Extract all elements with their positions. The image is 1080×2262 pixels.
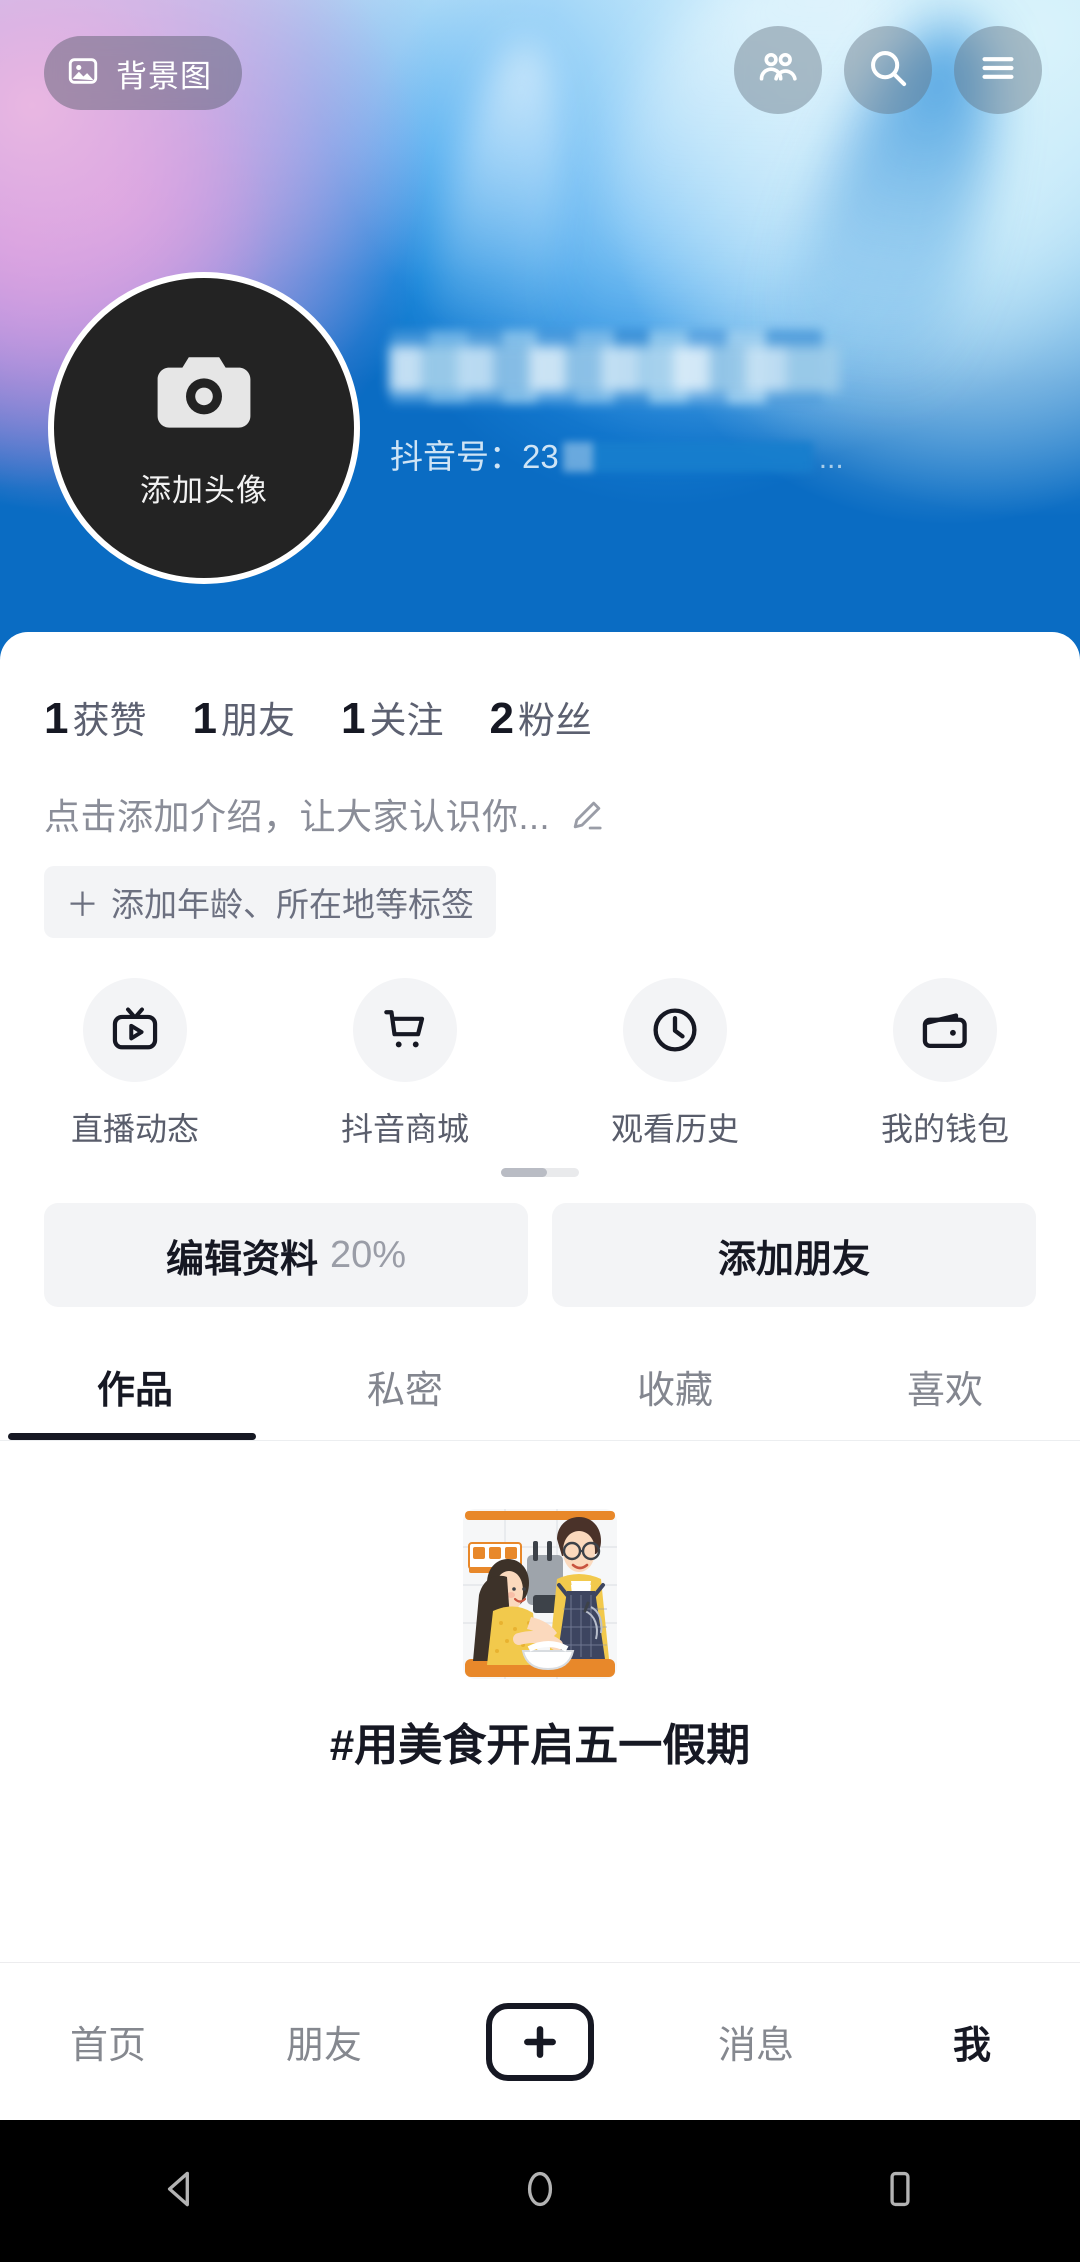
tab-favorites[interactable]: 收藏 (540, 1359, 810, 1440)
image-icon (66, 54, 100, 93)
promo-illustration-wrap[interactable] (445, 1499, 635, 1689)
android-system-navigation (0, 2120, 1080, 2262)
shortcuts-scroll-indicator[interactable] (0, 1168, 1080, 1177)
shortcut-live[interactable]: 直播动态 (0, 978, 270, 1150)
system-back-button[interactable] (120, 2141, 240, 2241)
nav-friends[interactable]: 朋友 (216, 2014, 432, 2069)
cooking-couple-illustration (445, 1499, 635, 1689)
change-background-label: 背景图 (116, 58, 212, 94)
stats-row: 1 获赞 1 朋友 1 关注 2 粉丝 (0, 632, 1080, 744)
douyin-id-value: 23 (522, 438, 559, 475)
tab-works[interactable]: 作品 (0, 1359, 270, 1440)
shortcut-live-label: 直播动态 (70, 1111, 199, 1147)
plus-icon (486, 2002, 594, 2081)
stat-likes[interactable]: 1 获赞 (44, 690, 146, 744)
nav-profile-label: 我 (952, 2025, 991, 2067)
tab-liked[interactable]: 喜欢 (810, 1359, 1080, 1440)
avatar-add-label: 添加头像 (140, 473, 268, 508)
profile-cover[interactable]: 背景图 添加头像 抖音号： 23 ... (0, 0, 1080, 660)
wallet-icon (893, 978, 997, 1082)
stat-followers-count: 2 (489, 694, 514, 743)
nav-profile[interactable]: 我 (864, 2014, 1080, 2069)
add-tags-chip[interactable]: ＋ 添加年龄、所在地等标签 (44, 866, 496, 938)
add-friend-button[interactable]: 添加朋友 (552, 1203, 1036, 1307)
pencil-icon (566, 796, 606, 841)
plus-icon: ＋ (66, 886, 99, 923)
recents-icon (875, 2164, 925, 2219)
profile-actions: 编辑资料 20% 添加朋友 (0, 1177, 1080, 1307)
stat-likes-count: 1 (44, 694, 69, 743)
change-background-button[interactable]: 背景图 (44, 36, 242, 110)
stat-following-label: 关注 (369, 700, 444, 741)
edit-profile-percent: 20% (329, 1233, 407, 1276)
tab-favorites-label: 收藏 (636, 1370, 713, 1412)
nav-messages[interactable]: 消息 (648, 2014, 864, 2069)
bio-placeholder: 点击添加介绍，让大家认识你... (44, 796, 551, 837)
system-recents-button[interactable] (840, 2141, 960, 2241)
edit-profile-label: 编辑资料 (165, 1238, 318, 1281)
stat-followers-label: 粉丝 (517, 700, 592, 741)
scroll-track (501, 1168, 579, 1177)
profile-card: 1 获赞 1 朋友 1 关注 2 粉丝 点击添加介绍，让大家认识你... ＋ 添… (0, 632, 1080, 1962)
nav-create-button[interactable] (432, 2002, 648, 2081)
douyin-id-row[interactable]: 抖音号： 23 ... (390, 430, 1030, 478)
tab-works-label: 作品 (96, 1370, 173, 1412)
search-button[interactable] (844, 26, 932, 114)
clock-icon (623, 978, 727, 1082)
shortcut-history-label: 观看历史 (610, 1111, 739, 1147)
douyin-id-masked (562, 442, 813, 472)
shortcut-history[interactable]: 观看历史 (540, 978, 810, 1150)
friends-icon (755, 45, 801, 96)
stat-followers[interactable]: 2 粉丝 (489, 690, 591, 744)
douyin-id-label: 抖音号： (390, 438, 522, 475)
content-tabs: 作品 私密 收藏 喜欢 (0, 1359, 1080, 1440)
shopping-cart-icon (353, 978, 457, 1082)
nav-home[interactable]: 首页 (0, 2014, 216, 2069)
promo-hashtag[interactable]: #用美食开启五一假期 (330, 1709, 750, 1773)
stat-friends-count: 1 (192, 694, 217, 743)
menu-button[interactable] (954, 26, 1042, 114)
edit-profile-button[interactable]: 编辑资料 20% (44, 1203, 528, 1307)
camera-icon (148, 346, 260, 447)
back-icon (155, 2164, 205, 2219)
avatar[interactable]: 添加头像 (48, 272, 360, 584)
home-icon (515, 2164, 565, 2219)
tab-private-label: 私密 (366, 1370, 443, 1412)
search-icon (865, 45, 911, 96)
bottom-navigation: 首页 朋友 消息 我 (0, 1962, 1080, 2120)
shortcut-mall-label: 抖音商城 (340, 1111, 469, 1147)
douyin-id-ellipsis: ... (818, 442, 844, 475)
name-block: 抖音号： 23 ... (390, 330, 1030, 478)
nav-messages-label: 消息 (717, 2025, 794, 2067)
douyin-profile-screen: 背景图 添加头像 抖音号： 23 ... 1 获赞 1 朋友 1 关注 2 粉丝… (0, 0, 1080, 2262)
add-tags-label: 添加年龄、所在地等标签 (111, 886, 474, 923)
stat-friends-label: 朋友 (220, 700, 295, 741)
stat-friends[interactable]: 1 朋友 (192, 690, 294, 744)
system-home-button[interactable] (480, 2141, 600, 2241)
nickname-masked-overlay (390, 346, 840, 392)
cover-top-actions (734, 26, 1042, 114)
shortcuts-row: 直播动态 抖音商城 观看历史 我的钱包 (0, 938, 1080, 1150)
nav-friends-label: 朋友 (285, 2025, 362, 2067)
shortcut-wallet[interactable]: 我的钱包 (810, 978, 1080, 1150)
stat-likes-label: 获赞 (72, 700, 147, 741)
live-tv-icon (83, 978, 187, 1082)
tab-liked-label: 喜欢 (906, 1370, 983, 1412)
bio-row[interactable]: 点击添加介绍，让大家认识你... (0, 744, 1080, 840)
tab-active-underline (8, 1433, 256, 1440)
friends-button[interactable] (734, 26, 822, 114)
tab-private[interactable]: 私密 (270, 1359, 540, 1440)
shortcut-wallet-label: 我的钱包 (880, 1111, 1009, 1147)
scroll-thumb[interactable] (501, 1168, 547, 1177)
add-friend-label: 添加朋友 (717, 1238, 870, 1281)
stat-following[interactable]: 1 关注 (341, 690, 443, 744)
shortcut-mall[interactable]: 抖音商城 (270, 978, 540, 1150)
menu-icon (975, 45, 1021, 96)
nav-home-label: 首页 (69, 2025, 146, 2067)
works-empty-state: #用美食开启五一假期 (0, 1441, 1080, 1871)
stat-following-count: 1 (340, 694, 366, 743)
